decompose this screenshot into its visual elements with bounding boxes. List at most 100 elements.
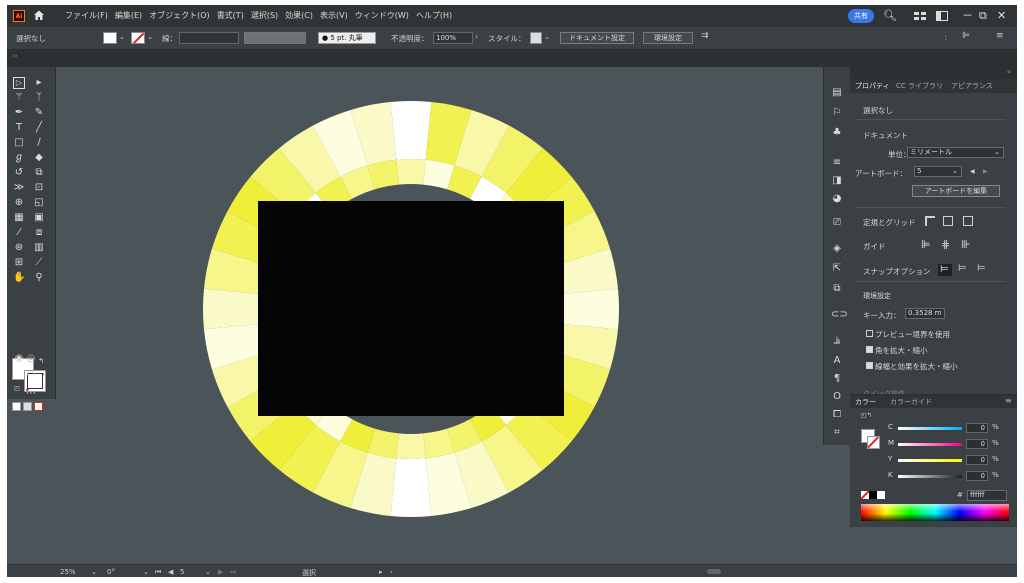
brush-definition-dropdown[interactable]: ● 5 pt. 丸筆 xyxy=(318,32,376,44)
slice-tool-icon[interactable]: ⟋ xyxy=(33,257,45,269)
pen-tool-icon[interactable]: ✒ xyxy=(13,107,25,119)
gradient-mode-button[interactable] xyxy=(23,402,32,411)
last-artboard-icon[interactable]: ⏭ xyxy=(230,568,236,577)
scale-tool-icon[interactable]: ⧉ xyxy=(33,167,45,179)
close-button[interactable]: ✕ xyxy=(997,9,1006,23)
scale-corners-checkbox[interactable] xyxy=(866,346,873,353)
channel-value-input[interactable]: 0 xyxy=(966,455,988,465)
wheel-outer-segment[interactable] xyxy=(390,100,432,160)
screen-mode-icon[interactable]: ▭ xyxy=(25,368,37,380)
club-icon[interactable]: ♣ xyxy=(831,127,843,139)
grid-icon[interactable] xyxy=(943,216,953,226)
transform-panel-icon[interactable]: ⧠ xyxy=(831,409,843,421)
default-colors-icon[interactable]: ◰↰ xyxy=(861,412,872,419)
preferences-button[interactable]: 環境設定 xyxy=(643,32,693,44)
snap-to-point-button[interactable]: ⊨ xyxy=(938,264,952,276)
horizontal-scrollbar-thumb[interactable] xyxy=(707,569,721,574)
hex-input[interactable]: ffffff xyxy=(967,490,1007,501)
rotation-value[interactable]: 0° xyxy=(107,568,115,576)
zoom-dropdown-icon[interactable]: ⌄ xyxy=(91,568,97,576)
previous-artboard-icon[interactable]: ◀ xyxy=(168,568,173,576)
lasso-tool-icon[interactable]: ᛉ xyxy=(33,92,45,104)
graphic-style-swatch[interactable] xyxy=(530,32,542,44)
live-paint-tool-icon[interactable]: ◱ xyxy=(33,197,45,209)
align-panel-icon[interactable]: ⫡ xyxy=(831,335,843,347)
free-transform-tool-icon[interactable]: ⊡ xyxy=(33,182,45,194)
shaper-tool-icon[interactable]: ℊ xyxy=(13,152,25,164)
show-guides-icon[interactable]: ⊫ xyxy=(921,238,931,251)
tab-color[interactable]: カラー xyxy=(855,397,876,407)
libraries-panel-icon[interactable]: ⚐ xyxy=(831,107,843,119)
export-panel-icon[interactable]: ⇱ xyxy=(831,263,843,275)
arrange-documents-icon[interactable] xyxy=(936,11,948,25)
arrange-icon[interactable]: ⇉ xyxy=(701,31,709,41)
black-rectangle[interactable] xyxy=(258,201,564,416)
character-panel-icon[interactable]: A xyxy=(831,355,843,367)
artboards-panel-icon[interactable]: ⎚ xyxy=(831,217,843,229)
artboard-select[interactable]: 5 ⌄ xyxy=(914,166,962,177)
direct-selection-tool-icon[interactable]: ▸ xyxy=(33,77,45,89)
grid-panel-icon[interactable]: ⌗ xyxy=(831,427,843,439)
zoom-level[interactable]: 25% xyxy=(60,568,76,576)
artboard-dropdown-icon[interactable]: ⌄ xyxy=(205,568,211,576)
next-artboard-icon[interactable]: ▶ xyxy=(218,568,223,576)
color-mode-button[interactable] xyxy=(12,402,21,411)
shape-builder-tool-icon[interactable]: ⊕ xyxy=(13,197,25,209)
units-dropdown[interactable]: ミリメートル ⌄ xyxy=(907,147,1004,158)
previous-artboard-icon[interactable]: ◀ xyxy=(970,168,975,175)
eraser-tool-icon[interactable]: ◆ xyxy=(33,152,45,164)
stroke-weight-input[interactable] xyxy=(179,32,239,44)
fill-color-swatch[interactable] xyxy=(103,32,117,44)
scroll-left-icon[interactable]: ‹ xyxy=(390,568,393,576)
menu-item[interactable]: 表示(V) xyxy=(320,10,348,21)
opacity-arrow-icon[interactable]: › xyxy=(475,32,478,41)
collapse-panel-icon[interactable]: « xyxy=(1007,68,1011,76)
variable-width-profile[interactable] xyxy=(244,32,306,44)
column-graph-tool-icon[interactable]: ▥ xyxy=(33,242,45,254)
menu-item[interactable]: 効果(C) xyxy=(285,10,313,21)
search-icon[interactable]: 🔍︎ xyxy=(883,9,897,23)
first-artboard-icon[interactable]: ⏮ xyxy=(155,568,161,577)
stroke-panel-icon[interactable]: ≡ xyxy=(831,157,843,169)
style-dropdown-icon[interactable]: ⌄ xyxy=(544,32,550,41)
layers-panel-icon[interactable]: ◈ xyxy=(831,243,843,255)
magic-wand-icon[interactable]: ⚚ xyxy=(13,92,25,104)
menu-item[interactable]: ヘルプ(H) xyxy=(416,10,452,21)
channel-slider-row[interactable]: C 0% xyxy=(888,423,1017,433)
menu-item[interactable]: ウィンドウ(W) xyxy=(355,10,409,21)
tab-appearance[interactable]: アピアランス xyxy=(951,81,993,91)
draw-mode-icon[interactable]: ◉ xyxy=(13,353,25,365)
none-mode-button[interactable] xyxy=(34,402,43,411)
align-icon[interactable]: ⦙ xyxy=(945,33,947,43)
rectangle-tool-icon[interactable]: □ xyxy=(13,137,25,149)
selection-tool-icon[interactable]: ▷ xyxy=(13,77,25,89)
channel-track[interactable] xyxy=(898,475,962,478)
blend-tool-icon[interactable]: ⧈ xyxy=(33,227,45,239)
rotate-tool-icon[interactable]: ↺ xyxy=(13,167,25,179)
wheel-outer-segment[interactable] xyxy=(560,288,620,330)
maximize-button[interactable]: ⧉ xyxy=(979,9,987,23)
eyedropper-tool-icon[interactable]: ⁄ xyxy=(13,227,25,239)
ruler-icon[interactable] xyxy=(925,216,935,226)
minimize-button[interactable]: － xyxy=(962,9,973,23)
snap-icon[interactable]: ⊫ xyxy=(962,31,970,41)
transparency-grid-icon[interactable] xyxy=(963,216,973,226)
edit-artboards-button[interactable]: アートボードを編集 xyxy=(912,185,1000,197)
wheel-inner-segment[interactable] xyxy=(396,433,426,460)
line-tool-icon[interactable]: ╱ xyxy=(33,122,45,134)
fill-dropdown-icon[interactable]: ⌄ xyxy=(119,32,125,41)
width-tool-icon[interactable]: ≫ xyxy=(13,182,25,194)
more-tools-icon[interactable]: ⋯ xyxy=(25,388,37,400)
tab-cc-libraries[interactable]: CC ライブラリ xyxy=(896,81,943,91)
stroke-color-swatch[interactable] xyxy=(131,32,145,44)
default-colors-icon[interactable]: ◰ xyxy=(11,383,23,395)
collapse-arrows-icon[interactable]: ›› xyxy=(12,52,18,60)
smart-guides-icon[interactable]: ⊪ xyxy=(961,238,971,251)
preview-bounds-checkbox[interactable] xyxy=(866,330,873,337)
rotation-dropdown-icon[interactable]: ⌄ xyxy=(143,568,149,576)
pathfinder-panel-icon[interactable]: ⧉ xyxy=(831,283,843,295)
key-increment-input[interactable]: 0.3528 m xyxy=(905,308,945,319)
links-panel-icon[interactable]: ⊂⊃ xyxy=(831,309,848,321)
channel-value-input[interactable]: 0 xyxy=(966,471,988,481)
stroke-swatch[interactable] xyxy=(867,436,880,449)
